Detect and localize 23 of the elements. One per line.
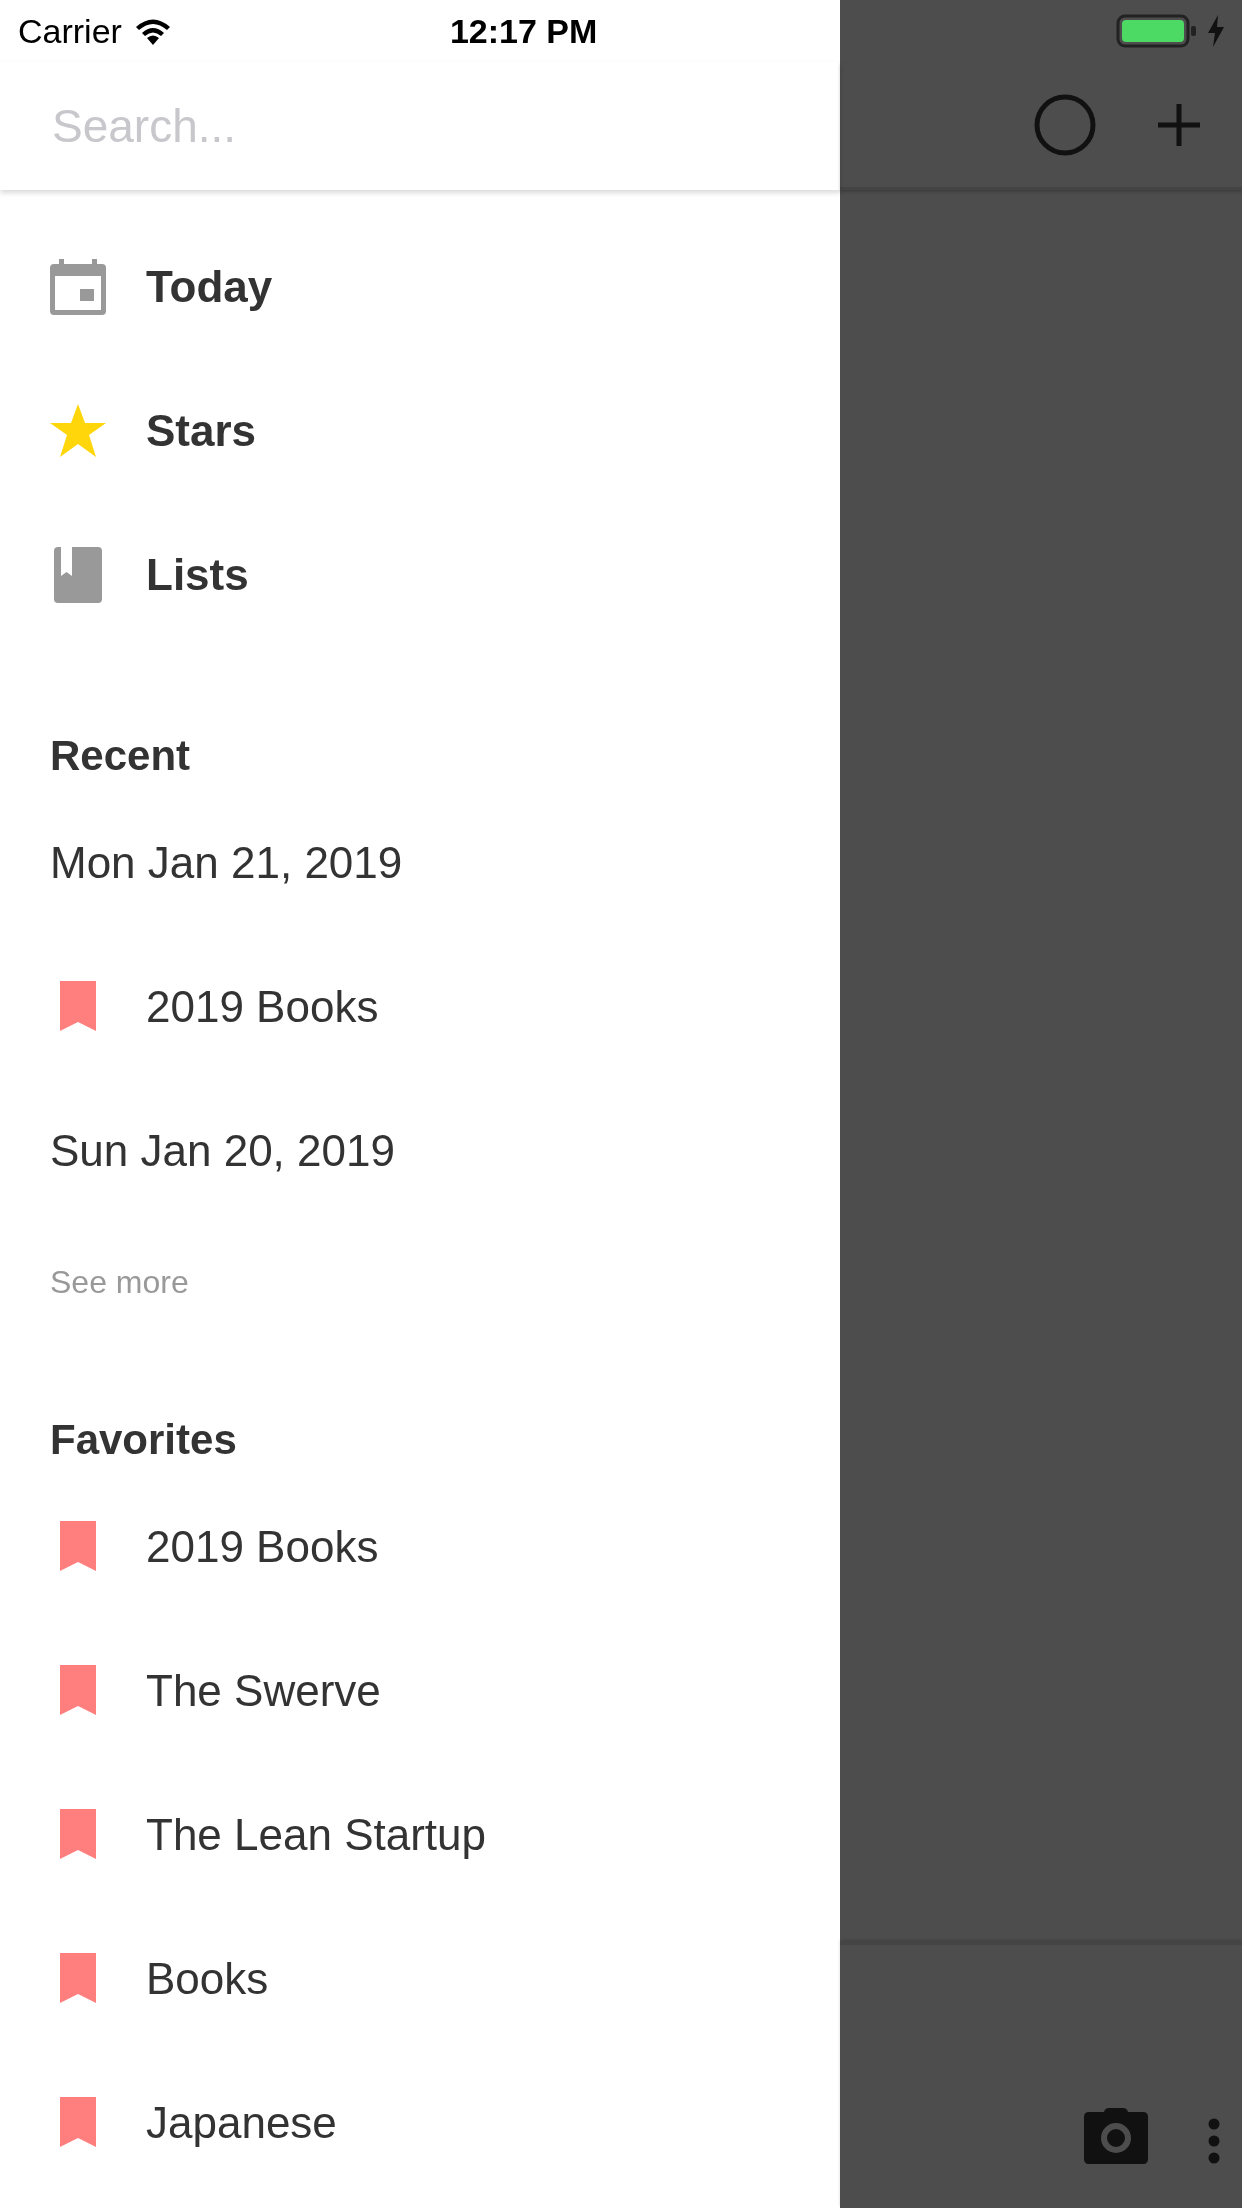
calendar-icon xyxy=(50,259,106,315)
add-button[interactable] xyxy=(1156,101,1202,148)
star-icon xyxy=(50,403,106,459)
camera-button[interactable] xyxy=(1084,2108,1148,2164)
carrier-label: Carrier xyxy=(18,10,122,52)
search-field[interactable]: Search... xyxy=(50,90,790,162)
favorite-item[interactable]: 2019 Books xyxy=(146,1514,379,1580)
clock-time: 12:17 PM xyxy=(449,10,598,52)
menu-item[interactable]: Lists xyxy=(146,542,249,608)
circle-button[interactable] xyxy=(1034,93,1096,156)
favorite-item[interactable]: The Lean Startup xyxy=(146,1802,486,1868)
menu-item[interactable]: Today xyxy=(146,254,273,320)
section-heading: Favorites xyxy=(49,1414,238,1465)
favorite-item[interactable]: The Swerve xyxy=(146,1658,381,1724)
favorite-item[interactable]: Books xyxy=(146,1946,269,2012)
recent-item[interactable]: Mon Jan 21, 2019 xyxy=(50,830,403,896)
recent-item[interactable]: Sun Jan 20, 2019 xyxy=(50,1118,395,1184)
recent-item[interactable]: 2019 Books xyxy=(146,974,379,1040)
more-button[interactable] xyxy=(1208,2118,1220,2164)
menu-item[interactable]: Stars xyxy=(146,398,257,464)
charging-icon xyxy=(1208,15,1224,47)
section-heading: Recent xyxy=(49,730,192,781)
favorite-item[interactable]: Japanese xyxy=(146,2090,337,2156)
